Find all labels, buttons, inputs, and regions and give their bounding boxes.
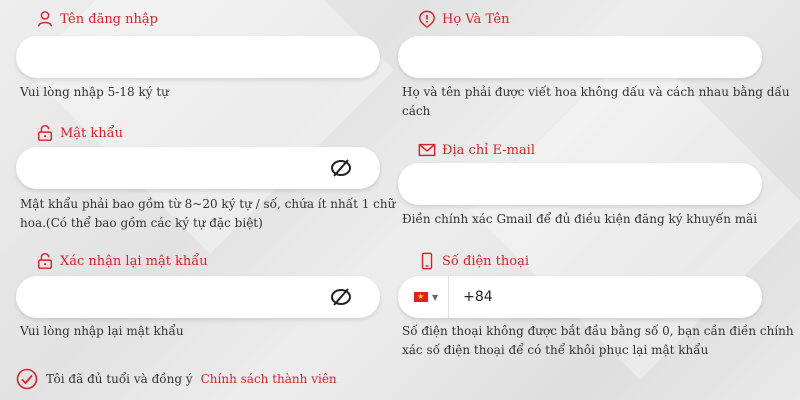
vietnam-flag-icon	[414, 291, 428, 303]
username-input[interactable]	[16, 36, 380, 78]
envelope-icon	[418, 143, 436, 157]
fullname-hint: Họ và tên phải được viết hoa không dấu v…	[402, 83, 790, 121]
phone-hint-line2: xác số điện thoại để có thể khôi phục lạ…	[402, 343, 709, 357]
lock-icon	[37, 253, 53, 269]
confirm-password-label-row: Xác nhận lại mật khẩu	[36, 252, 208, 270]
agreement-text: Tôi đã đủ tuổi và đồng ý	[46, 372, 193, 386]
fullname-hint-line2: cách	[402, 104, 431, 118]
phone-field[interactable]: ▼ +84	[398, 276, 762, 318]
fullname-field[interactable]	[398, 36, 762, 78]
phone-label-row: Số điện thoại	[418, 252, 529, 270]
user-icon	[37, 11, 53, 27]
phone-label: Số điện thoại	[442, 253, 530, 269]
check-circle-icon[interactable]	[16, 368, 38, 390]
eye-off-icon[interactable]	[330, 158, 352, 178]
password-label-row: Mật khẩu	[36, 124, 123, 142]
eye-off-icon[interactable]	[330, 287, 352, 307]
password-field[interactable]	[16, 147, 380, 189]
confirm-password-label: Xác nhận lại mật khẩu	[60, 253, 208, 269]
email-hint: Điền chính xác Gmail để đủ điều kiện đăn…	[402, 212, 758, 226]
password-hint-line1: Mật khẩu phải bao gồm từ 8~20 ký tự / số…	[20, 197, 396, 211]
email-label: Địa chỉ E-mail	[442, 142, 535, 158]
info-pin-icon	[419, 10, 435, 28]
fullname-label: Họ Và Tên	[442, 11, 510, 27]
email-field[interactable]	[398, 163, 762, 205]
fullname-label-row: Họ Và Tên	[418, 10, 509, 28]
phone-hint: Số điện thoại không được bắt đầu bằng số…	[402, 322, 794, 360]
mobile-phone-icon	[421, 252, 433, 270]
lock-icon	[37, 125, 53, 141]
confirm-password-input[interactable]	[16, 276, 380, 318]
password-input[interactable]	[16, 147, 380, 189]
fullname-input[interactable]	[398, 36, 762, 78]
email-input[interactable]	[398, 163, 762, 205]
username-hint: Vui lòng nhập 5-18 ký tự	[20, 85, 169, 99]
confirm-password-hint: Vui lòng nhập lại mật khẩu	[20, 324, 184, 338]
fullname-hint-line1: Họ và tên phải được viết hoa không dấu v…	[402, 85, 790, 99]
username-label: Tên đăng nhập	[60, 11, 158, 27]
phone-hint-line1: Số điện thoại không được bắt đầu bằng số…	[402, 324, 794, 338]
password-hint-line2: hoa.(Có thể bao gồm các ký tự đặc biệt)	[20, 216, 263, 230]
country-code-selector[interactable]: ▼	[398, 276, 450, 318]
member-policy-link[interactable]: Chính sách thành viên	[201, 372, 337, 386]
password-label: Mật khẩu	[60, 125, 124, 141]
username-field[interactable]	[16, 36, 380, 78]
password-hint: Mật khẩu phải bao gồm từ 8~20 ký tự / số…	[20, 195, 395, 233]
confirm-password-field[interactable]	[16, 276, 380, 318]
agreement-row: Tôi đã đủ tuổi và đồng ý Chính sách thàn…	[16, 368, 337, 390]
caret-down-icon: ▼	[432, 292, 439, 302]
username-label-row: Tên đăng nhập	[36, 10, 158, 28]
phone-input[interactable]: +84	[449, 289, 762, 305]
email-label-row: Địa chỉ E-mail	[418, 141, 535, 159]
